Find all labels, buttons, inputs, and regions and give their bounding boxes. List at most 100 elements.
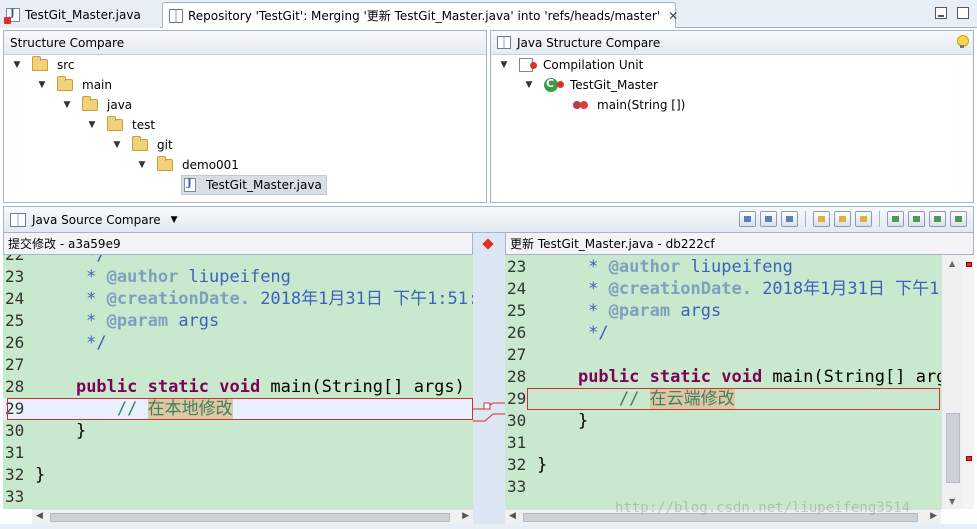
tree-item-label: TestGit_Master.java	[206, 178, 322, 192]
folder-icon	[57, 76, 73, 91]
next-difference-icon[interactable]	[887, 211, 904, 227]
tree-item-main-method[interactable]: main(String [])	[573, 95, 685, 115]
compare-icon	[10, 212, 26, 227]
diff-highlight-box	[7, 398, 473, 420]
expand-arrow-icon[interactable]: ▼	[499, 60, 509, 70]
tree-item-compilation-unit[interactable]: ▼ Compilation Unit	[499, 55, 643, 75]
tree-item-label: java	[107, 98, 133, 112]
code-line: 23 * @author liupeifeng	[5, 267, 291, 287]
code-line: 24 * @creationDate. 2018年1月31日 下午1:51	[507, 279, 941, 299]
right-vertical-scrollbar[interactable]: ▲ ▼	[941, 255, 963, 509]
dropdown-arrow-icon[interactable]: ▼	[171, 215, 178, 225]
previous-change-icon[interactable]	[950, 211, 967, 227]
right-compare-header: 更新 TestGit_Master.java - db222cf	[505, 232, 974, 255]
tree-item-testgit-master-class[interactable]: ▼ TestGit_Master	[524, 75, 658, 95]
previous-difference-icon[interactable]	[908, 211, 925, 227]
code-line: 26 */	[5, 333, 107, 353]
left-compare-header: 提交修改 - a3a59e9	[3, 232, 473, 255]
code-line: 22 */	[5, 255, 107, 265]
overview-change-marker[interactable]	[966, 456, 972, 461]
code-line: 24 * @creationDate. 2018年1月31日 下午1:51:36	[5, 289, 473, 309]
right-header-label: 更新 TestGit_Master.java - db222cf	[510, 237, 715, 251]
source-compare-toolbar: Java Source Compare ▼	[3, 206, 974, 232]
right-code-editor[interactable]: 23 * @author liupeifeng 24 * @creationDa…	[505, 255, 941, 509]
code-line: 33	[507, 477, 527, 496]
tree-item-test[interactable]: ▼ test	[87, 115, 155, 135]
copy-all-left-icon[interactable]	[813, 211, 830, 227]
compare-icon	[169, 8, 183, 23]
tree-item-testgit-master-java[interactable]: TestGit_Master.java	[181, 175, 327, 195]
tree-item-label: main(String [])	[597, 98, 686, 112]
left-horizontal-scrollbar[interactable]: ◀ ▶	[32, 509, 473, 524]
code-line: 32}	[5, 465, 46, 485]
expand-arrow-icon[interactable]: ▼	[62, 100, 72, 110]
tree-item-main[interactable]: ▼ main	[37, 75, 112, 95]
minimize-button[interactable]	[935, 7, 947, 19]
source-compare-title[interactable]: Java Source Compare ▼	[10, 212, 178, 227]
structure-compare-pane: Structure Compare ▼ src ▼ main ▼ java ▼ …	[3, 30, 487, 203]
scroll-thumb[interactable]	[50, 513, 450, 522]
scroll-up-icon[interactable]: ▲	[949, 259, 955, 268]
code-line: 33	[5, 487, 25, 506]
tab-testgit-master-java[interactable]: TestGit_Master.java	[0, 2, 160, 28]
compare-icon	[497, 36, 511, 49]
expand-arrow-icon[interactable]: ▼	[87, 120, 97, 130]
code-line: 31	[507, 433, 527, 452]
tree-item-label: TestGit_Master	[570, 78, 658, 92]
java-file-icon	[4, 8, 20, 24]
expand-arrow-icon[interactable]: ▼	[137, 160, 147, 170]
tab-label: TestGit_Master.java	[25, 8, 141, 22]
compilation-unit-icon	[519, 58, 537, 72]
copy-all-right-icon[interactable]	[834, 211, 851, 227]
tree-item-label: Compilation Unit	[543, 58, 644, 72]
bottom-strip	[0, 524, 977, 529]
folder-icon	[107, 116, 123, 131]
java-file-icon	[184, 178, 196, 192]
tree-item-demo001[interactable]: ▼ demo001	[137, 155, 239, 175]
scroll-left-icon[interactable]: ◀	[36, 511, 43, 521]
copy-current-change-icon[interactable]	[855, 211, 872, 227]
scroll-thumb[interactable]	[946, 413, 960, 483]
ignore-whitespace-icon[interactable]	[739, 211, 756, 227]
class-icon	[544, 77, 564, 92]
scroll-right-icon[interactable]: ▶	[930, 511, 937, 521]
expand-arrow-icon[interactable]: ▼	[524, 80, 534, 90]
scroll-down-icon[interactable]: ▼	[949, 497, 955, 506]
code-line: 23 * @author liupeifeng	[507, 257, 793, 277]
expand-arrow-icon[interactable]: ▼	[37, 80, 47, 90]
maximize-button[interactable]	[957, 7, 969, 19]
tree-item-git[interactable]: ▼ git	[112, 135, 173, 155]
folder-icon	[82, 96, 98, 111]
pane-title: Java Structure Compare	[517, 35, 661, 50]
overview-ruler	[963, 255, 974, 509]
structure-compare-header: Structure Compare	[4, 31, 486, 55]
code-line: 27	[507, 345, 527, 364]
swap-sides-icon[interactable]	[781, 211, 798, 227]
next-change-icon[interactable]	[929, 211, 946, 227]
lightbulb-icon[interactable]	[957, 35, 969, 49]
method-icon	[573, 100, 595, 110]
folder-icon	[32, 56, 48, 71]
toolbar-separator	[879, 211, 880, 227]
expand-arrow-icon[interactable]: ▼	[112, 140, 122, 150]
overview-change-marker[interactable]	[966, 262, 972, 267]
tab-merge-compare[interactable]: Repository 'TestGit': Merging '更新 TestGi…	[162, 2, 678, 28]
show-ancestor-icon[interactable]	[760, 211, 777, 227]
source-compare-label: Java Source Compare	[32, 212, 161, 227]
code-line: 32}	[507, 455, 548, 475]
code-line: 30 }	[5, 421, 87, 441]
close-icon[interactable]: ✕	[668, 9, 678, 23]
left-code-editor[interactable]: 22 */ 23 * @author liupeifeng 24 * @crea…	[3, 255, 473, 509]
tree-item-java[interactable]: ▼ java	[62, 95, 132, 115]
scroll-right-icon[interactable]: ▶	[462, 511, 469, 521]
tree-item-src[interactable]: ▼ src	[12, 55, 75, 75]
java-structure-compare-header: Java Structure Compare	[491, 31, 973, 55]
scroll-left-icon[interactable]: ◀	[509, 511, 516, 521]
tree-item-label: demo001	[182, 158, 239, 172]
left-header-label: 提交修改 - a3a59e9	[8, 237, 121, 251]
editor-tab-bar: TestGit_Master.java Repository 'TestGit'…	[0, 0, 977, 28]
tree-item-label: main	[82, 78, 112, 92]
compare-toolbar-icons	[739, 211, 967, 227]
expand-arrow-icon[interactable]: ▼	[12, 60, 22, 70]
code-line: 30 }	[507, 411, 589, 431]
